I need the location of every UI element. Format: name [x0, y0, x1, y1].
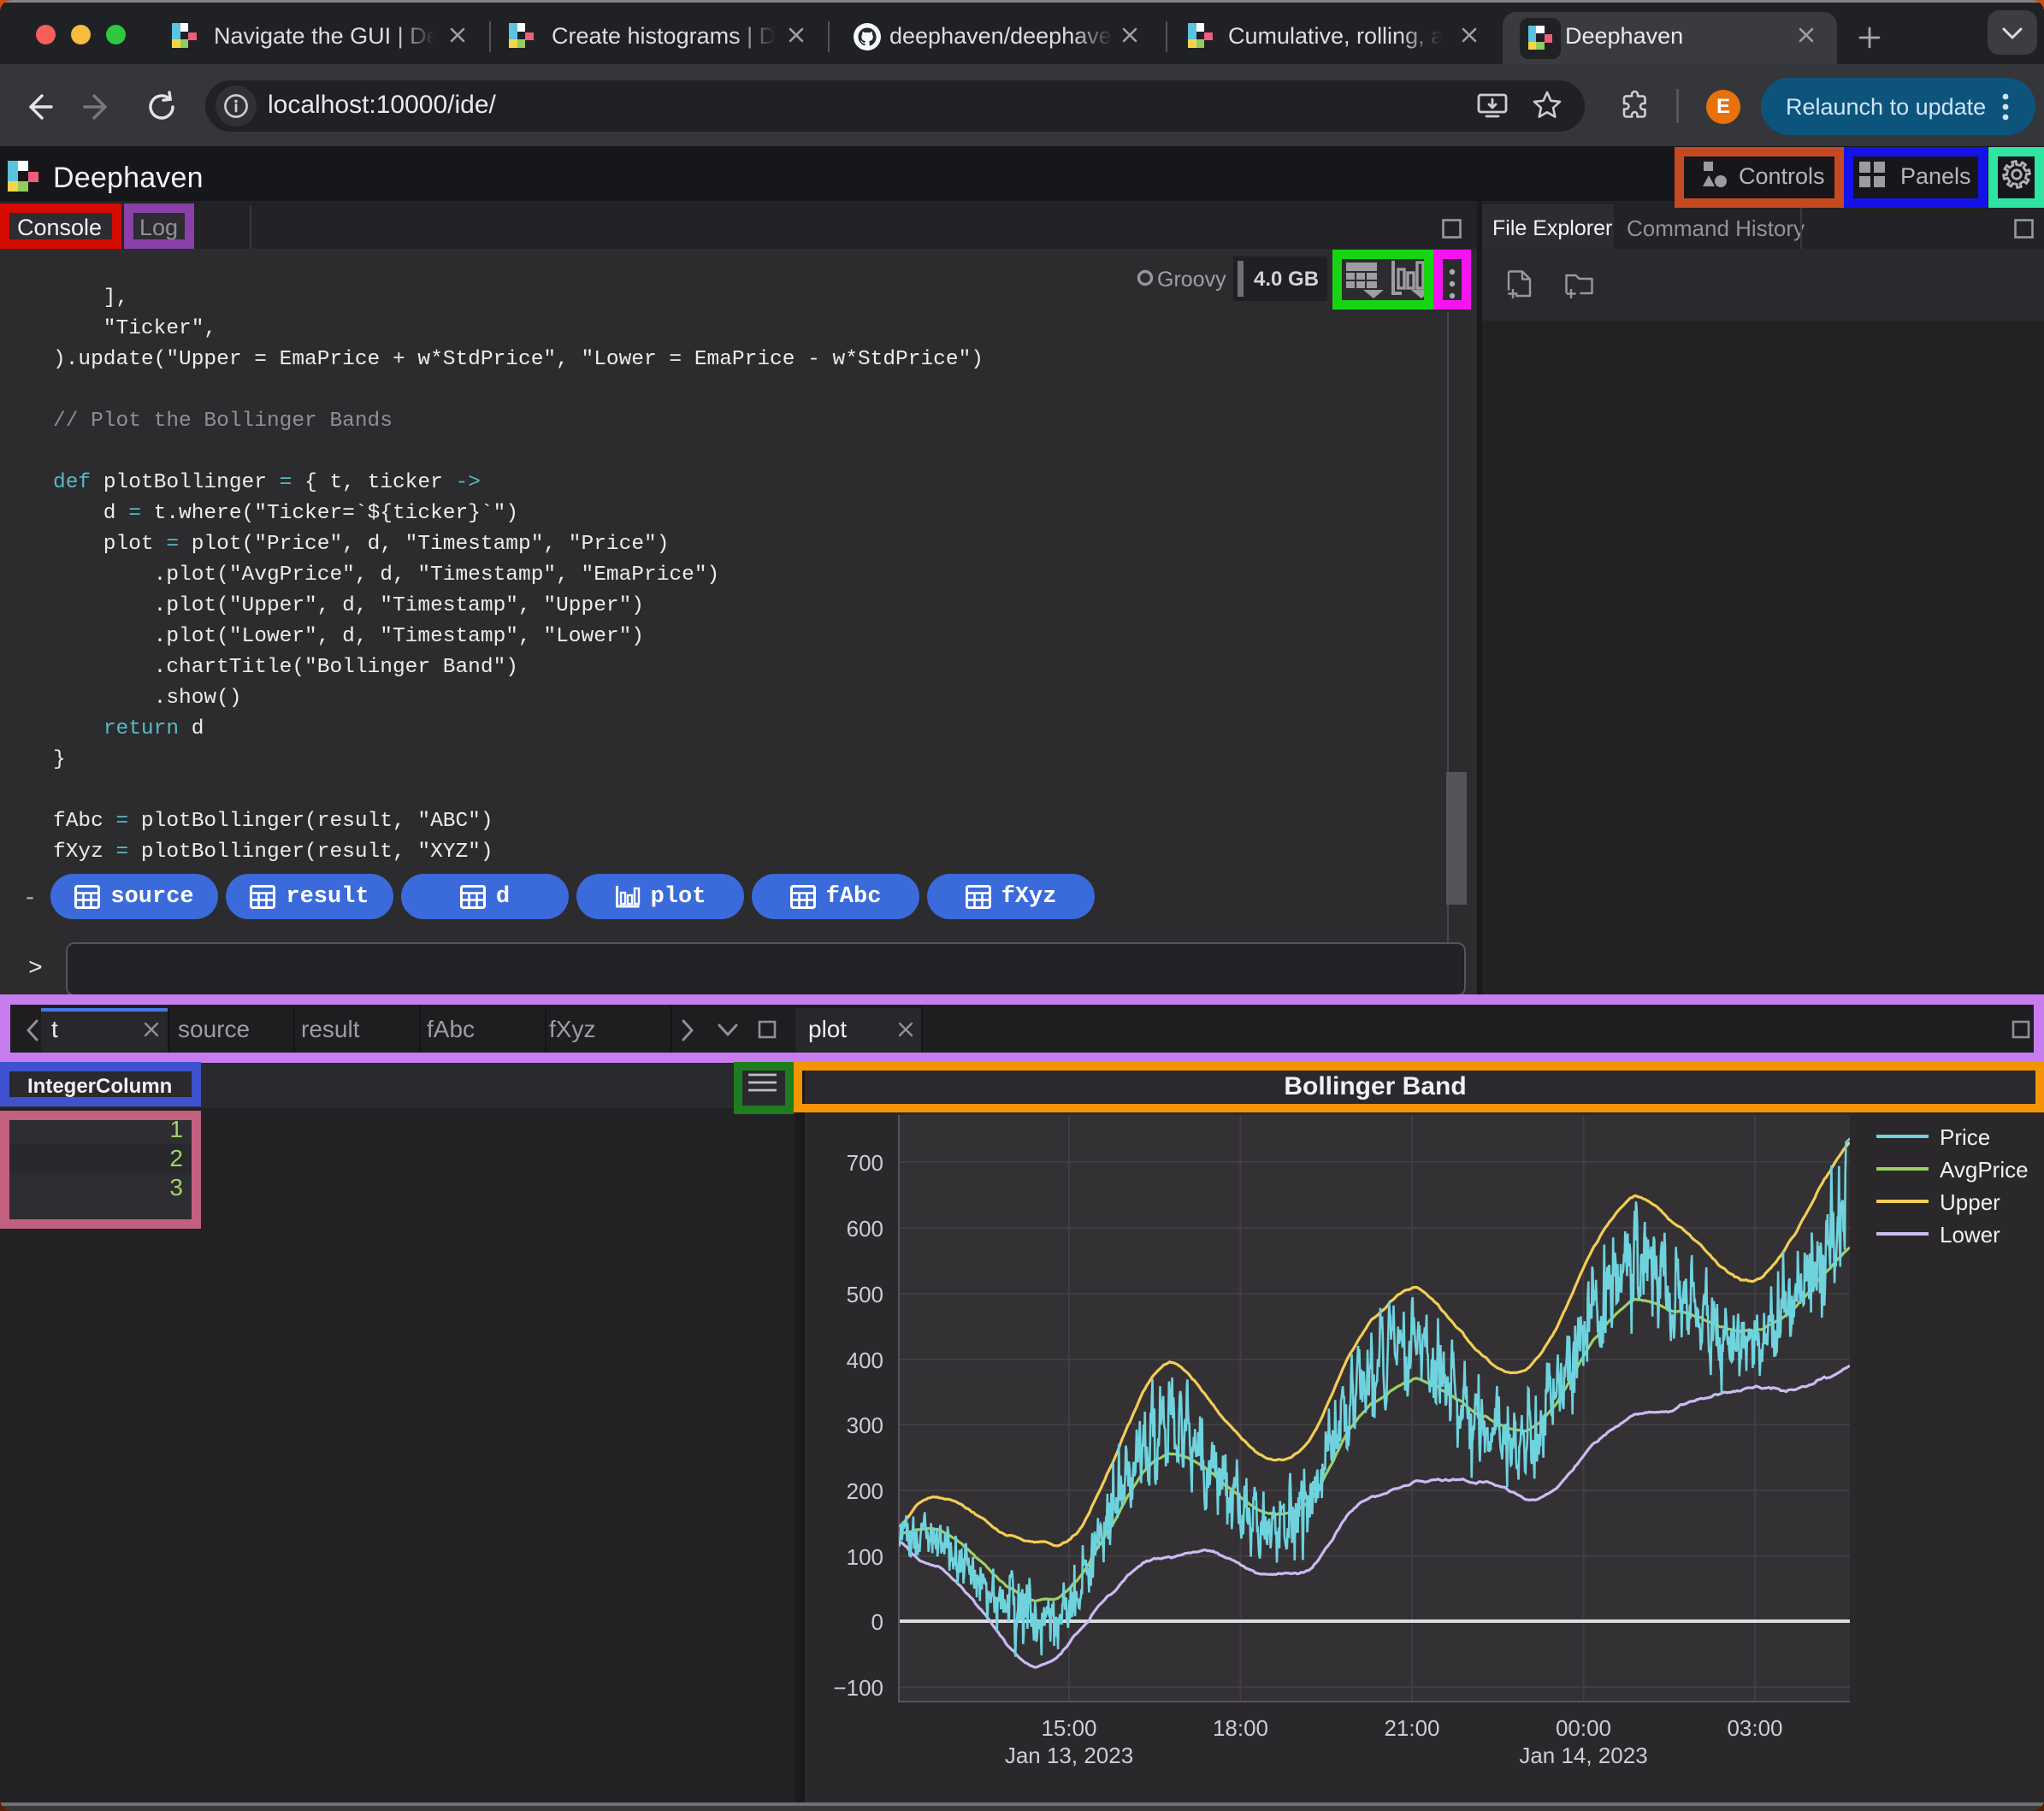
- svg-text:Price: Price: [1940, 1124, 1990, 1150]
- svg-text:21:00: 21:00: [1384, 1715, 1439, 1741]
- svg-text:300: 300: [847, 1413, 883, 1438]
- svg-text:100: 100: [847, 1544, 883, 1570]
- svg-text:0: 0: [871, 1609, 883, 1635]
- svg-text:15:00: 15:00: [1041, 1715, 1096, 1741]
- svg-text:03:00: 03:00: [1727, 1715, 1782, 1741]
- svg-text:700: 700: [847, 1150, 883, 1176]
- svg-text:Lower: Lower: [1940, 1222, 2000, 1248]
- svg-text:Jan 14, 2023: Jan 14, 2023: [1519, 1743, 1647, 1768]
- svg-text:600: 600: [847, 1216, 883, 1242]
- svg-text:−100: −100: [833, 1675, 883, 1701]
- svg-text:Upper: Upper: [1940, 1189, 2000, 1215]
- svg-text:00:00: 00:00: [1556, 1715, 1611, 1741]
- svg-text:200: 200: [847, 1478, 883, 1504]
- svg-text:AvgPrice: AvgPrice: [1940, 1157, 2029, 1183]
- svg-text:18:00: 18:00: [1213, 1715, 1268, 1741]
- svg-text:Jan 13, 2023: Jan 13, 2023: [1005, 1743, 1133, 1768]
- svg-text:400: 400: [847, 1348, 883, 1373]
- svg-text:500: 500: [847, 1282, 883, 1307]
